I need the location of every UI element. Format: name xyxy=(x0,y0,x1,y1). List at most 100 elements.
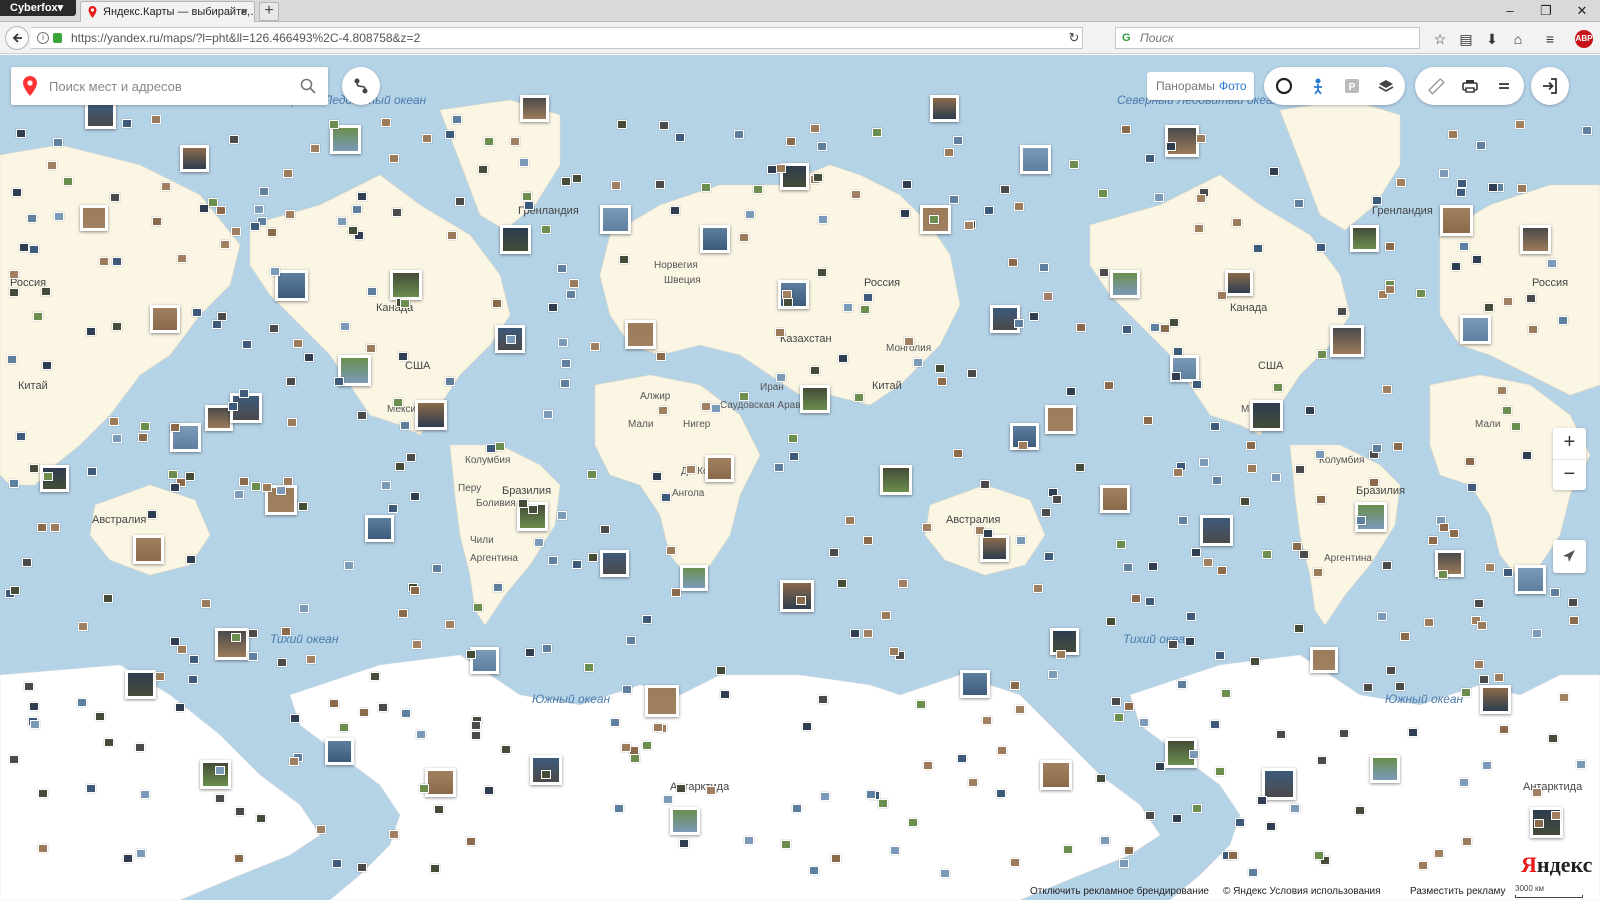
photo-marker-small[interactable] xyxy=(352,205,362,214)
photo-marker-small[interactable] xyxy=(1098,189,1108,198)
photo-marker-small[interactable] xyxy=(1400,632,1410,641)
photo-marker-small[interactable] xyxy=(12,188,22,197)
photo-marker-small[interactable] xyxy=(701,402,711,411)
photo-marker-small[interactable] xyxy=(1186,612,1196,621)
photo-marker-small[interactable] xyxy=(53,138,63,147)
photo-marker-small[interactable] xyxy=(256,814,266,823)
photo-marker-small[interactable] xyxy=(792,804,802,813)
photo-marker-small[interactable] xyxy=(661,493,671,502)
photo-marker-small[interactable] xyxy=(400,421,410,430)
photo-marker-small[interactable] xyxy=(1294,624,1304,633)
photo-marker-small[interactable] xyxy=(587,470,597,479)
photo-marker-small[interactable] xyxy=(235,807,245,816)
photo-marker-small[interactable] xyxy=(902,180,912,189)
photo-marker-small[interactable] xyxy=(492,299,502,308)
photo-marker-small[interactable] xyxy=(590,342,600,351)
photo-marker-small[interactable] xyxy=(299,604,309,613)
photo-marker-small[interactable] xyxy=(642,741,652,750)
photo-marker-small[interactable] xyxy=(940,869,950,878)
photo-marker-large[interactable] xyxy=(1100,485,1130,513)
photo-marker-small[interactable] xyxy=(29,245,39,254)
photo-marker-small[interactable] xyxy=(1449,529,1459,538)
photo-marker-small[interactable] xyxy=(1290,804,1300,813)
photo-marker-small[interactable] xyxy=(410,586,420,595)
photo-marker-small[interactable] xyxy=(541,770,551,779)
photo-marker-small[interactable] xyxy=(802,722,812,731)
photo-marker-small[interactable] xyxy=(1178,516,1188,525)
photo-marker-small[interactable] xyxy=(1000,185,1010,194)
photo-marker-small[interactable] xyxy=(1355,806,1365,815)
photo-marker-small[interactable] xyxy=(610,718,620,727)
photo-marker-small[interactable] xyxy=(1515,120,1525,129)
photo-marker-small[interactable] xyxy=(103,594,113,603)
photo-marker-large[interactable] xyxy=(125,670,156,699)
photo-marker-small[interactable] xyxy=(1075,463,1085,472)
photo-marker-small[interactable] xyxy=(1534,819,1544,828)
photo-marker-small[interactable] xyxy=(1558,316,1568,325)
photo-marker-small[interactable] xyxy=(389,154,399,163)
photo-marker-small[interactable] xyxy=(621,743,631,752)
photo-marker-small[interactable] xyxy=(495,442,505,451)
photo-marker-small[interactable] xyxy=(686,465,696,474)
photo-marker-small[interactable] xyxy=(796,596,806,605)
photo-marker-small[interactable] xyxy=(151,115,161,124)
photo-marker-small[interactable] xyxy=(1192,804,1202,813)
photo-marker-small[interactable] xyxy=(653,723,663,732)
photo-marker-small[interactable] xyxy=(767,165,777,174)
photo-marker-small[interactable] xyxy=(1582,126,1592,135)
photo-marker-small[interactable] xyxy=(1548,734,1558,743)
photo-marker-small[interactable] xyxy=(33,312,43,321)
photo-marker-small[interactable] xyxy=(1382,561,1392,570)
photo-marker-small[interactable] xyxy=(1196,194,1206,203)
geolocation-button[interactable] xyxy=(1553,540,1586,573)
photo-marker-small[interactable] xyxy=(510,137,520,146)
photo-marker-small[interactable] xyxy=(1008,258,1018,267)
disable-branding-link[interactable]: Отключить рекламное брендирование xyxy=(1030,884,1209,900)
photo-marker-small[interactable] xyxy=(1177,680,1187,689)
photo-marker-large[interactable] xyxy=(365,515,394,542)
photo-marker-small[interactable] xyxy=(422,134,432,143)
photo-marker-small[interactable] xyxy=(9,288,19,297)
photo-marker-small[interactable] xyxy=(1276,730,1286,739)
photo-marker-small[interactable] xyxy=(1503,568,1513,577)
photo-marker-small[interactable] xyxy=(1313,568,1323,577)
photo-marker-small[interactable] xyxy=(1124,846,1134,855)
photo-marker-large[interactable] xyxy=(520,95,549,122)
photo-marker-small[interactable] xyxy=(1173,347,1183,356)
photo-marker-small[interactable] xyxy=(86,327,96,336)
photo-marker-small[interactable] xyxy=(1215,767,1225,776)
photo-marker-small[interactable] xyxy=(626,636,636,645)
app-menu-button[interactable]: Cyberfox▾ xyxy=(0,0,76,16)
photo-marker-large[interactable] xyxy=(1310,647,1338,673)
photo-marker-small[interactable] xyxy=(560,379,570,388)
photo-marker-small[interactable] xyxy=(348,226,358,235)
photo-marker-small[interactable] xyxy=(1069,160,1079,169)
photo-marker-small[interactable] xyxy=(774,463,784,472)
photo-marker-small[interactable] xyxy=(283,169,293,178)
photo-marker-small[interactable] xyxy=(122,119,132,128)
photo-marker-small[interactable] xyxy=(170,483,180,492)
photo-marker-large[interactable] xyxy=(1440,205,1473,236)
photo-marker-small[interactable] xyxy=(378,703,388,712)
photo-marker-small[interactable] xyxy=(99,257,109,266)
photo-marker-small[interactable] xyxy=(1056,650,1066,659)
photo-marker-small[interactable] xyxy=(1372,196,1382,205)
photo-marker-small[interactable] xyxy=(1173,468,1183,477)
photo-marker-small[interactable] xyxy=(432,564,442,573)
photo-marker-large[interactable] xyxy=(645,685,679,717)
tab-panoramas[interactable]: Панорамы xyxy=(1156,72,1215,100)
photo-marker-small[interactable] xyxy=(286,377,296,386)
photo-marker-small[interactable] xyxy=(652,472,662,481)
zoom-out-button[interactable]: − xyxy=(1553,459,1586,490)
photo-marker-small[interactable] xyxy=(541,225,551,234)
photo-marker-small[interactable] xyxy=(1396,178,1406,187)
photo-marker-small[interactable] xyxy=(1503,297,1513,306)
photo-marker-small[interactable] xyxy=(783,298,793,307)
photo-marker-small[interactable] xyxy=(231,633,241,642)
photo-marker-small[interactable] xyxy=(789,452,799,461)
photo-marker-small[interactable] xyxy=(170,423,180,432)
photo-marker-small[interactable] xyxy=(745,210,755,219)
photo-marker-small[interactable] xyxy=(786,137,796,146)
photo-marker-small[interactable] xyxy=(334,377,344,386)
photo-marker-small[interactable] xyxy=(1408,728,1418,737)
